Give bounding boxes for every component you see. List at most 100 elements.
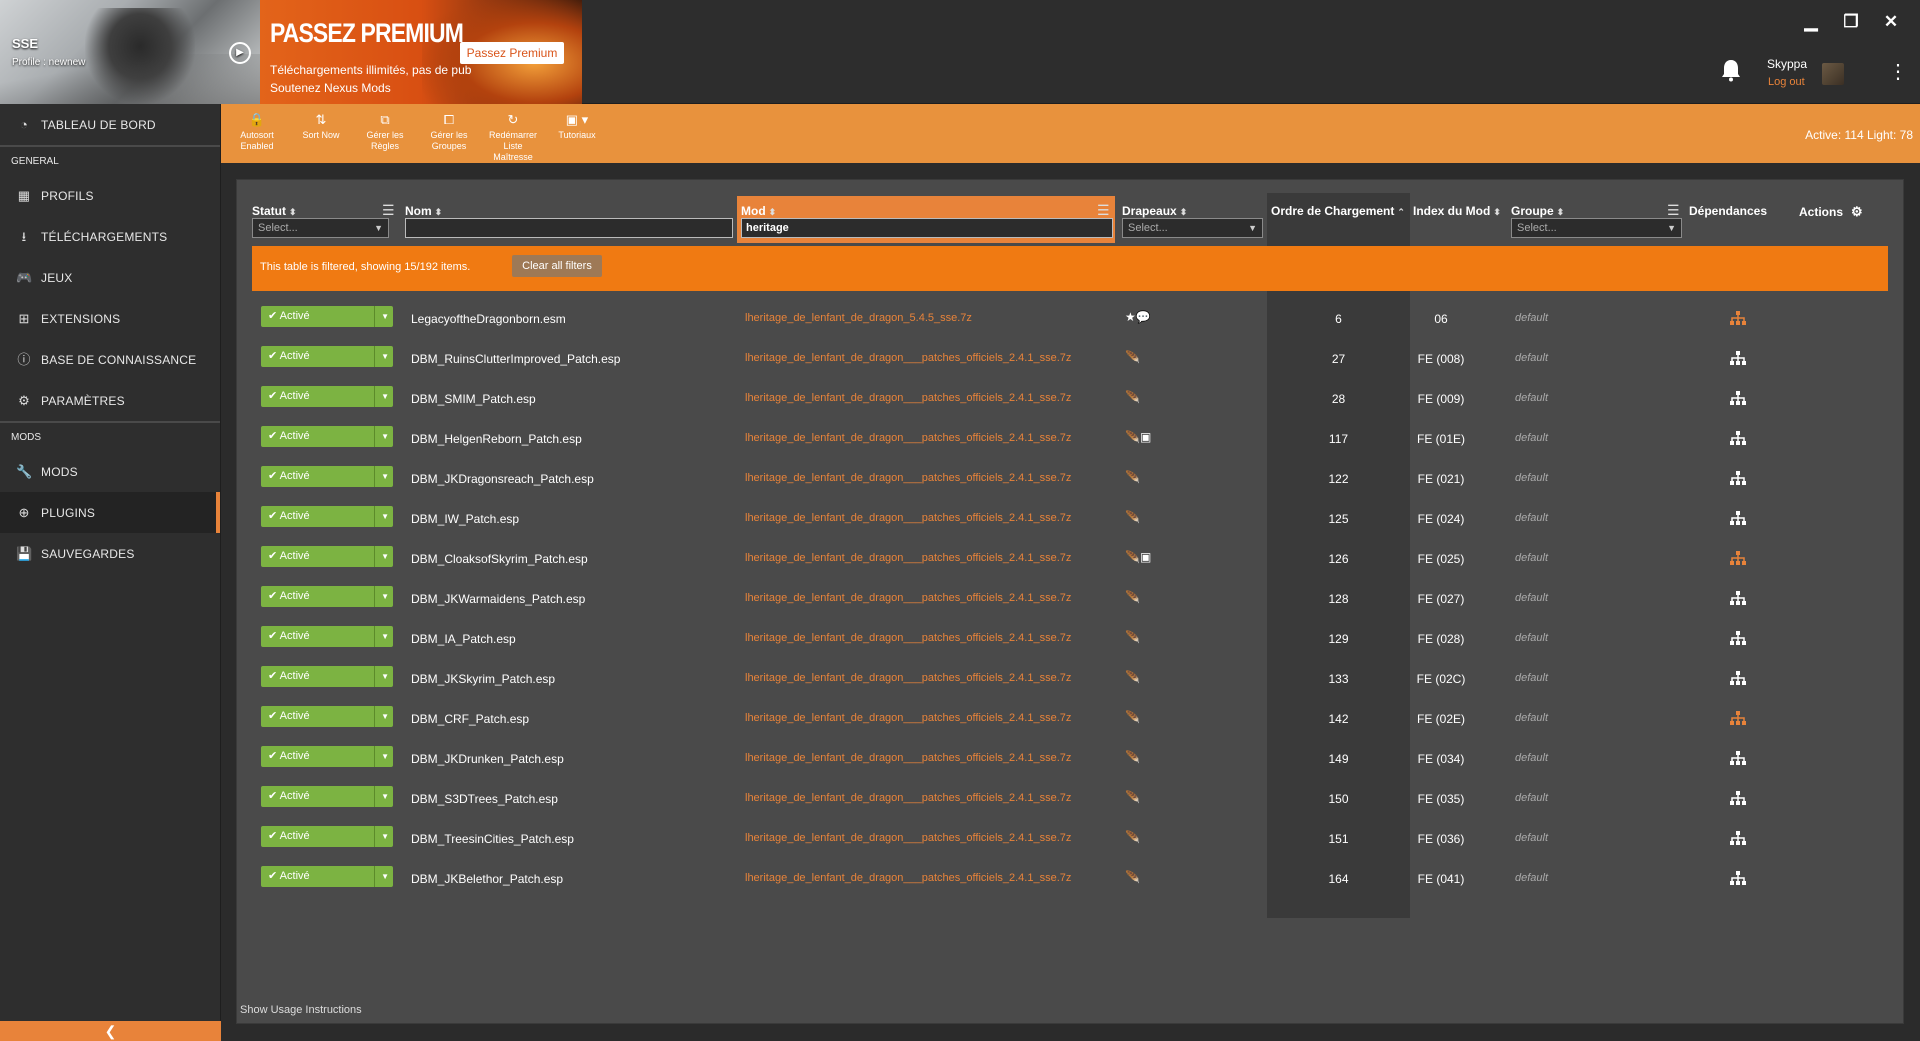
sidebar-item-dashboard[interactable]: ◔ TABLEAU DE BORD — [0, 104, 220, 145]
group-value[interactable]: default — [1515, 832, 1548, 844]
header-group[interactable]: Groupe ⬍ — [1511, 204, 1564, 218]
chevron-down-icon[interactable]: ▼ — [381, 746, 389, 767]
table-row[interactable]: ✔ Activé ▼ DBM_TreesinCities_Patch.esp lher… — [237, 818, 1905, 858]
chevron-down-icon[interactable]: ▼ — [381, 826, 389, 847]
chevron-down-icon[interactable]: ▼ — [381, 706, 389, 727]
group-value[interactable]: default — [1515, 512, 1548, 524]
header-load-order[interactable]: Ordre de Chargement ⌃ — [1271, 204, 1405, 218]
logout-link[interactable]: Log out — [1768, 76, 1805, 88]
status-button[interactable]: ✔ Activé ▼ — [261, 626, 393, 647]
chevron-down-icon[interactable]: ▼ — [381, 346, 389, 367]
table-row[interactable]: ✔ Activé ▼ DBM_JKWarmaidens_Patch.esp lheri… — [237, 578, 1905, 618]
group-value[interactable]: default — [1515, 672, 1548, 684]
mod-link[interactable]: lheritage_de_lenfant_de_dragon___patches… — [745, 352, 1071, 364]
mod-link[interactable]: lheritage_de_lenfant_de_dragon_5.4.5_sse… — [745, 312, 972, 324]
table-row[interactable]: ✔ Activé ▼ LegacyoftheDragonborn.esm lherit… — [237, 298, 1905, 338]
table-row[interactable]: ✔ Activé ▼ DBM_JKDrunken_Patch.esp lheritag… — [237, 738, 1905, 778]
group-value[interactable]: default — [1515, 592, 1548, 604]
status-button[interactable]: ✔ Activé ▼ — [261, 346, 393, 367]
status-button[interactable]: ✔ Activé ▼ — [261, 706, 393, 727]
chevron-down-icon[interactable]: ▼ — [381, 506, 389, 527]
bell-icon[interactable] — [1720, 58, 1744, 82]
header-name[interactable]: Nom ⬍ — [405, 204, 442, 218]
sidebar-item-plugins[interactable]: ⊕ PLUGINS — [0, 492, 220, 533]
dependencies-icon[interactable] — [1729, 629, 1747, 647]
play-icon[interactable]: ▶ — [229, 42, 251, 64]
mod-link[interactable]: lheritage_de_lenfant_de_dragon___patches… — [745, 512, 1071, 524]
autosort-button[interactable]: 🔒 Autosort Enabled — [227, 112, 287, 152]
dependencies-icon[interactable] — [1729, 509, 1747, 527]
sidebar-collapse-button[interactable]: ❮ — [0, 1021, 221, 1041]
sidebar-item-games[interactable]: 🎮 JEUX — [0, 257, 220, 298]
list-icon[interactable]: ☰ — [1667, 203, 1683, 217]
group-value[interactable]: default — [1515, 792, 1548, 804]
status-button[interactable]: ✔ Activé ▼ — [261, 666, 393, 687]
mod-link[interactable]: lheritage_de_lenfant_de_dragon___patches… — [745, 552, 1071, 564]
mod-link[interactable]: lheritage_de_lenfant_de_dragon___patches… — [745, 432, 1071, 444]
sidebar-item-profiles[interactable]: ▦ PROFILS — [0, 175, 220, 216]
chevron-down-icon[interactable]: ▼ — [381, 466, 389, 487]
dependencies-icon[interactable] — [1729, 469, 1747, 487]
flags-filter[interactable]: Select... ▼ — [1122, 218, 1263, 238]
status-button[interactable]: ✔ Activé ▼ — [261, 466, 393, 487]
status-button[interactable]: ✔ Activé ▼ — [261, 426, 393, 447]
usage-instructions-link[interactable]: Show Usage Instructions — [240, 1004, 362, 1016]
avatar[interactable] — [1822, 63, 1844, 85]
mod-link[interactable]: lheritage_de_lenfant_de_dragon___patches… — [745, 832, 1071, 844]
dependencies-icon[interactable] — [1729, 709, 1747, 727]
sidebar-item-downloads[interactable]: ⭳ TÉLÉCHARGEMENTS — [0, 216, 220, 257]
chevron-down-icon[interactable]: ▼ — [381, 626, 389, 647]
manage-groups-button[interactable]: ⧠ Gérer les Groupes — [419, 112, 479, 152]
mod-link[interactable]: lheritage_de_lenfant_de_dragon___patches… — [745, 752, 1071, 764]
status-button[interactable]: ✔ Activé ▼ — [261, 506, 393, 527]
group-value[interactable]: default — [1515, 432, 1548, 444]
group-value[interactable]: default — [1515, 392, 1548, 404]
mod-filter[interactable]: heritage — [741, 218, 1113, 238]
table-row[interactable]: ✔ Activé ▼ DBM_CloaksofSkyrim_Patch.esp lhe… — [237, 538, 1905, 578]
sidebar-item-settings[interactable]: ⚙ PARAMÈTRES — [0, 380, 220, 421]
dependencies-icon[interactable] — [1729, 309, 1747, 327]
group-value[interactable]: default — [1515, 752, 1548, 764]
table-row[interactable]: ✔ Activé ▼ DBM_JKBelethor_Patch.esp lherita… — [237, 858, 1905, 898]
header-mod-index[interactable]: Index du Mod ⬍ — [1413, 204, 1501, 218]
premium-banner[interactable]: PASSEZ PREMIUM Passez Premium Télécharge… — [260, 0, 582, 104]
dependencies-icon[interactable] — [1729, 429, 1747, 447]
group-value[interactable]: default — [1515, 872, 1548, 884]
status-button[interactable]: ✔ Activé ▼ — [261, 546, 393, 567]
chevron-down-icon[interactable]: ▼ — [381, 666, 389, 687]
mod-link[interactable]: lheritage_de_lenfant_de_dragon___patches… — [745, 672, 1071, 684]
table-row[interactable]: ✔ Activé ▼ DBM_IW_Patch.esp lheritage_de_le… — [237, 498, 1905, 538]
mod-link[interactable]: lheritage_de_lenfant_de_dragon___patches… — [745, 632, 1071, 644]
chevron-down-icon[interactable]: ▼ — [381, 386, 389, 407]
tutorials-button[interactable]: ▣ ▾ Tutoriaux — [547, 112, 607, 141]
group-value[interactable]: default — [1515, 472, 1548, 484]
chevron-down-icon[interactable]: ▼ — [381, 586, 389, 607]
table-row[interactable]: ✔ Activé ▼ DBM_JKDragonsreach_Patch.esp lhe… — [237, 458, 1905, 498]
group-value[interactable]: default — [1515, 352, 1548, 364]
status-button[interactable]: ✔ Activé ▼ — [261, 746, 393, 767]
chevron-down-icon[interactable]: ▼ — [381, 866, 389, 887]
table-row[interactable]: ✔ Activé ▼ DBM_HelgenReborn_Patch.esp lheri… — [237, 418, 1905, 458]
clear-filters-button[interactable]: Clear all filters — [512, 255, 602, 277]
group-value[interactable]: default — [1515, 712, 1548, 724]
dependencies-icon[interactable] — [1729, 869, 1747, 887]
status-button[interactable]: ✔ Activé ▼ — [261, 866, 393, 887]
group-value[interactable]: default — [1515, 632, 1548, 644]
dependencies-icon[interactable] — [1729, 789, 1747, 807]
mod-link[interactable]: lheritage_de_lenfant_de_dragon___patches… — [745, 792, 1071, 804]
group-value[interactable]: default — [1515, 312, 1548, 324]
dependencies-icon[interactable] — [1729, 589, 1747, 607]
premium-button[interactable]: Passez Premium — [460, 42, 564, 64]
header-flags[interactable]: Drapeaux ⬍ — [1122, 204, 1187, 218]
dependencies-icon[interactable] — [1729, 389, 1747, 407]
status-button[interactable]: ✔ Activé ▼ — [261, 306, 393, 327]
list-icon[interactable]: ☰ — [382, 203, 398, 217]
table-row[interactable]: ✔ Activé ▼ DBM_CRF_Patch.esp lheritage_de_l… — [237, 698, 1905, 738]
mod-link[interactable]: lheritage_de_lenfant_de_dragon___patches… — [745, 872, 1071, 884]
table-row[interactable]: ✔ Activé ▼ DBM_SMIM_Patch.esp lheritage_de_… — [237, 378, 1905, 418]
status-button[interactable]: ✔ Activé ▼ — [261, 786, 393, 807]
dependencies-icon[interactable] — [1729, 349, 1747, 367]
dependencies-icon[interactable] — [1729, 549, 1747, 567]
mod-link[interactable]: lheritage_de_lenfant_de_dragon___patches… — [745, 712, 1071, 724]
table-row[interactable]: ✔ Activé ▼ DBM_S3DTrees_Patch.esp lheritage… — [237, 778, 1905, 818]
